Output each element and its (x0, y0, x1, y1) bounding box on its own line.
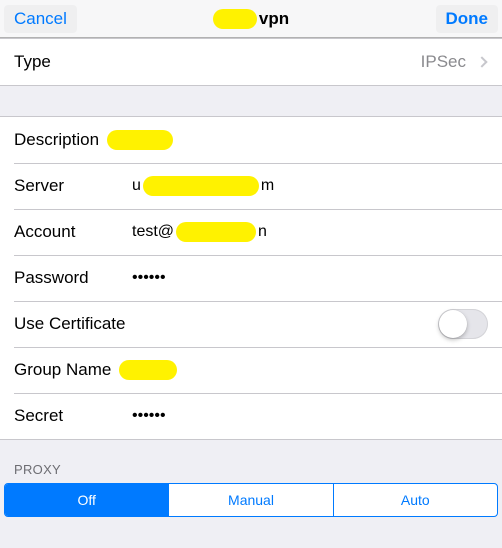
vpn-fields-section: Description Server u m Account test@ n P… (0, 116, 502, 440)
account-value-suffix: n (258, 223, 267, 241)
use-certificate-row: Use Certificate (0, 301, 502, 347)
account-redaction (176, 222, 256, 242)
description-redaction (107, 130, 173, 150)
proxy-header: PROXY (0, 440, 502, 483)
proxy-segmented-control: Off Manual Auto (4, 483, 498, 517)
account-row[interactable]: Account test@ n (0, 209, 502, 255)
proxy-segment-auto[interactable]: Auto (334, 484, 497, 516)
server-row[interactable]: Server u m (0, 163, 502, 209)
type-section: Type IPSec (0, 38, 502, 86)
password-row[interactable]: Password •••••• (0, 255, 502, 301)
server-redaction (143, 176, 259, 196)
description-row[interactable]: Description (0, 117, 502, 163)
secret-row[interactable]: Secret •••••• (0, 393, 502, 439)
description-label: Description (14, 130, 99, 150)
done-button[interactable]: Done (436, 5, 499, 33)
vpn-config-screen: Cancel vpn Done Type IPSec Description S… (0, 0, 502, 548)
group-name-label: Group Name (14, 360, 111, 380)
type-value: IPSec (421, 52, 466, 72)
cancel-button[interactable]: Cancel (4, 5, 77, 33)
server-label: Server (14, 176, 132, 196)
account-label: Account (14, 222, 132, 242)
secret-label: Secret (14, 406, 132, 426)
server-value-prefix: u (132, 177, 141, 195)
title-redaction (213, 9, 257, 29)
use-certificate-label: Use Certificate (14, 314, 125, 334)
password-label: Password (14, 268, 132, 288)
toggle-knob (439, 310, 467, 338)
navbar-title-suffix: vpn (259, 9, 289, 29)
secret-value: •••••• (132, 407, 166, 425)
group-name-redaction (119, 360, 177, 380)
proxy-segment-manual[interactable]: Manual (169, 484, 333, 516)
server-value-suffix: m (261, 177, 274, 195)
type-label: Type (14, 52, 132, 72)
type-row[interactable]: Type IPSec (0, 39, 502, 85)
navbar: Cancel vpn Done (0, 0, 502, 38)
account-value-prefix: test@ (132, 223, 174, 241)
use-certificate-toggle[interactable] (438, 309, 488, 339)
group-name-row[interactable]: Group Name (0, 347, 502, 393)
proxy-segment-off[interactable]: Off (5, 484, 169, 516)
password-value: •••••• (132, 269, 166, 287)
chevron-right-icon (476, 56, 487, 67)
